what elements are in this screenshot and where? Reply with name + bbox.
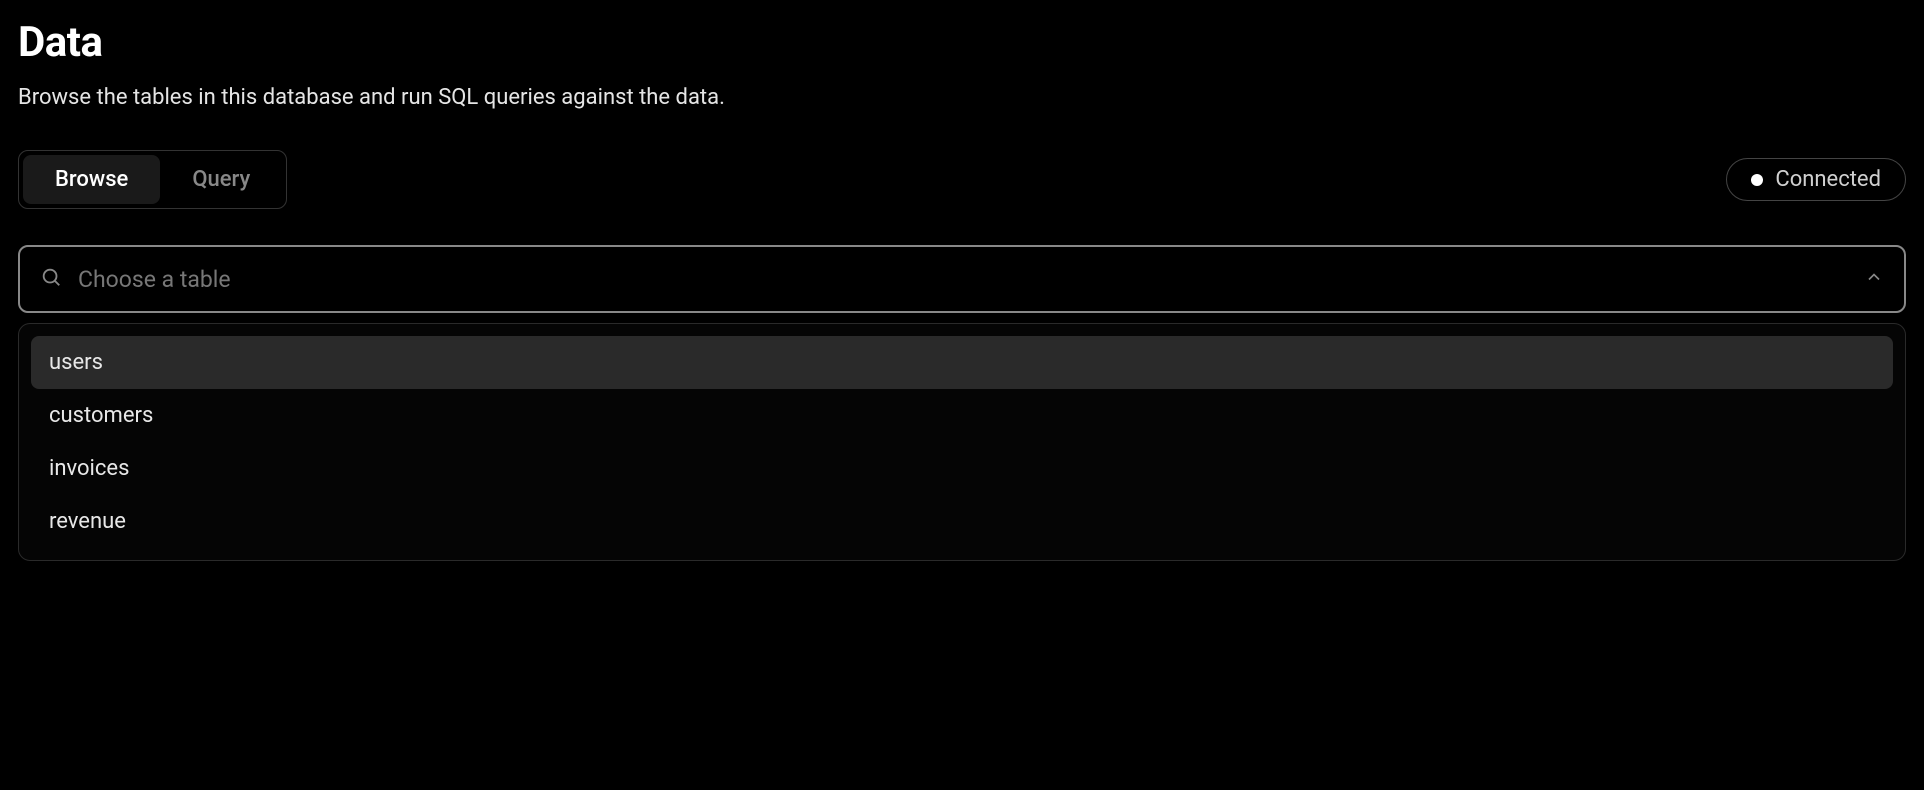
connection-status: Connected	[1726, 158, 1906, 201]
toolbar-row: Browse Query Connected	[18, 150, 1906, 209]
tab-browse[interactable]: Browse	[23, 155, 160, 204]
tab-query[interactable]: Query	[160, 155, 282, 204]
connection-status-label: Connected	[1775, 167, 1881, 192]
table-select-trigger[interactable]	[18, 245, 1906, 313]
chevron-up-icon[interactable]	[1864, 267, 1884, 291]
status-dot-icon	[1751, 174, 1763, 186]
table-select: users customers invoices revenue	[18, 245, 1906, 561]
tabs: Browse Query	[18, 150, 287, 209]
table-select-input[interactable]	[78, 266, 1848, 293]
page-title: Data	[18, 18, 1906, 67]
table-option-customers[interactable]: customers	[31, 389, 1893, 442]
page-description: Browse the tables in this database and r…	[18, 85, 1906, 110]
table-option-users[interactable]: users	[31, 336, 1893, 389]
search-icon	[40, 266, 62, 292]
table-dropdown: users customers invoices revenue	[18, 323, 1906, 561]
table-option-invoices[interactable]: invoices	[31, 442, 1893, 495]
table-option-revenue[interactable]: revenue	[31, 495, 1893, 548]
